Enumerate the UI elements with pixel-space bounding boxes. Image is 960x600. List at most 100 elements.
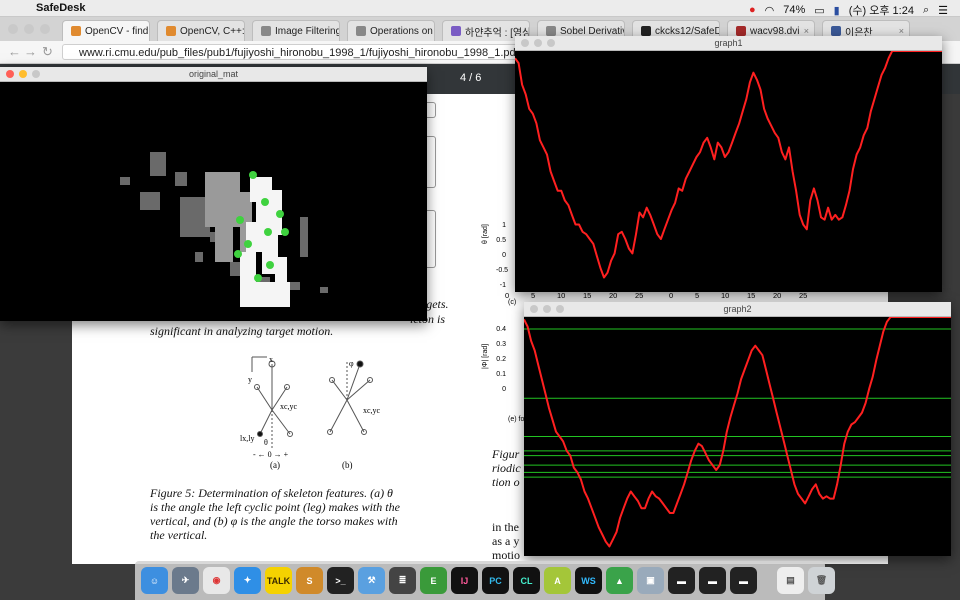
tab-favicon-icon xyxy=(736,26,746,36)
plot-y-tick: 1 xyxy=(502,222,506,229)
notification-icon[interactable]: ☰ xyxy=(938,4,948,17)
battery-percent[interactable]: 74% xyxy=(783,4,805,16)
dock: ☺ ✈ ◉ ✦ TALK S >_ ⚒ ≣ E IJ PC CL A WS ▲ … xyxy=(135,561,835,600)
right-col-5: as a y xyxy=(492,534,520,548)
original-mat-titlebar[interactable]: original_mat xyxy=(0,67,427,82)
graph2-titlebar[interactable]: graph2 xyxy=(524,302,951,317)
minimize-button[interactable] xyxy=(19,70,27,78)
close-button[interactable] xyxy=(521,39,529,47)
tab-label: Operations on A xyxy=(370,25,435,37)
zoom-button[interactable] xyxy=(32,70,40,78)
caption-line-4: the vertical. xyxy=(150,528,208,542)
tab-close-icon[interactable]: × xyxy=(899,26,904,36)
caption-line-1: Figure 5: Determination of skeleton feat… xyxy=(150,486,393,500)
plot-x-tick: 10 xyxy=(721,291,730,300)
skeleton-point xyxy=(236,216,244,224)
pdf-box-1 xyxy=(427,102,436,118)
launchpad-icon[interactable]: ✈ xyxy=(172,567,199,594)
plot-x-tick: 25 xyxy=(635,291,644,300)
clion-icon[interactable]: CL xyxy=(513,567,540,594)
forward-arrow-icon[interactable]: → xyxy=(24,44,37,59)
tab-favicon-icon xyxy=(261,26,271,36)
xcode-icon[interactable]: ⚒ xyxy=(358,567,385,594)
original-mat-controls xyxy=(6,70,40,78)
android-studio-icon[interactable]: A xyxy=(544,567,571,594)
tab-close-icon[interactable]: × xyxy=(804,26,809,36)
safari-icon[interactable]: ✦ xyxy=(234,567,261,594)
browser-tab[interactable]: Operations on A× xyxy=(347,20,435,41)
flag-icon[interactable]: ▮ xyxy=(834,4,840,17)
browser-tab[interactable]: OpenCV, C++: C× xyxy=(157,20,245,41)
graph1-title: graph1 xyxy=(714,38,743,48)
sublime-icon[interactable]: S xyxy=(296,567,323,594)
graph1-window[interactable]: graph1 xyxy=(515,36,942,292)
evernote-icon[interactable]: E xyxy=(420,567,447,594)
terminal-window-2-icon[interactable]: ▬ xyxy=(699,567,726,594)
skeleton-point xyxy=(254,274,262,282)
tab-label: ckcks12/SafeD xyxy=(655,25,720,37)
clock[interactable]: (수) 오후 1:24 xyxy=(849,2,914,18)
preview-icon[interactable]: ▣ xyxy=(637,567,664,594)
battery-icon[interactable]: ▭ xyxy=(814,4,824,17)
browser-tab[interactable]: Image Filtering× xyxy=(252,20,340,41)
webstorm-icon[interactable]: WS xyxy=(575,567,602,594)
graph1-titlebar[interactable]: graph1 xyxy=(515,36,942,51)
back-arrow-icon[interactable]: ← xyxy=(8,44,21,59)
tab-label: OpenCV - find xyxy=(85,25,149,37)
original-mat-title: original_mat xyxy=(188,69,239,79)
rocket-icon[interactable]: ▲ xyxy=(606,567,633,594)
original-mat-window[interactable]: original_mat xyxy=(0,67,427,321)
mask-mid xyxy=(205,172,252,262)
zoom-window-button[interactable] xyxy=(40,24,50,34)
zoom-button[interactable] xyxy=(547,39,555,47)
minimize-button[interactable] xyxy=(543,305,551,313)
terminal-window-3-icon[interactable]: ▬ xyxy=(730,567,757,594)
record-icon[interactable]: ● xyxy=(749,4,756,16)
graph2-controls xyxy=(530,305,564,313)
plot-x-tick: 15 xyxy=(747,291,756,300)
terminal-window-1-icon[interactable]: ▬ xyxy=(668,567,695,594)
minimize-window-button[interactable] xyxy=(24,24,34,34)
reload-icon[interactable]: ↻ xyxy=(42,44,53,60)
activity-icon[interactable]: ≣ xyxy=(389,567,416,594)
zoom-button[interactable] xyxy=(556,305,564,313)
app-menu-name[interactable]: SafeDesk xyxy=(36,2,86,14)
tab-label: wacv98.dvi xyxy=(750,25,800,37)
spotlight-icon[interactable]: ⌕ xyxy=(923,4,929,17)
close-button[interactable] xyxy=(530,305,538,313)
graph1-controls xyxy=(521,39,555,47)
right-col-2: riodic xyxy=(492,461,521,475)
documents-stack-icon[interactable]: ▤ xyxy=(777,567,804,594)
right-col-3: tion o xyxy=(492,475,520,489)
skeleton-point xyxy=(244,240,252,248)
close-button[interactable] xyxy=(6,70,14,78)
terminal-icon[interactable]: >_ xyxy=(327,567,354,594)
kakaotalk-icon[interactable]: TALK xyxy=(265,567,292,594)
plot-x-ticks: 0 5 10 15 20 25 0 5 10 15 20 25 xyxy=(505,291,807,301)
graph1-plot xyxy=(515,51,942,279)
series-line xyxy=(524,317,951,548)
pdf-box-3 xyxy=(427,210,436,268)
skeleton-point xyxy=(266,261,274,269)
intellij-icon[interactable]: IJ xyxy=(451,567,478,594)
plot-x-tick: 20 xyxy=(609,291,618,300)
fig-label-lx: lx,ly xyxy=(240,434,255,443)
pycharm-icon[interactable]: PC xyxy=(482,567,509,594)
wifi-icon[interactable]: ◠ xyxy=(765,4,775,17)
finder-icon[interactable]: ☺ xyxy=(141,567,168,594)
minimize-button[interactable] xyxy=(534,39,542,47)
trash-icon[interactable]: 🗑 xyxy=(808,567,835,594)
graph2-window[interactable]: graph2 xyxy=(524,302,951,556)
menu-bar: SafeDesk ● ◠ 74% ▭ ▮ (수) 오후 1:24 ⌕ ☰ xyxy=(0,0,960,17)
plot-y-ticks-1: 1 0.5 0 -0.5 -1 xyxy=(496,218,509,293)
skeleton-point xyxy=(261,198,269,206)
right-col-1: Figur xyxy=(492,447,520,461)
plot-y-tick: 0.3 xyxy=(496,341,506,348)
plot-y-tick: -0.5 xyxy=(496,267,509,274)
pdf-box-2 xyxy=(427,136,436,188)
browser-tab[interactable]: OpenCV - find× xyxy=(62,20,150,41)
chrome-icon[interactable]: ◉ xyxy=(203,567,230,594)
tab-favicon-icon xyxy=(71,26,81,36)
close-window-button[interactable] xyxy=(8,24,18,34)
tab-label: Sobel Derivative xyxy=(560,25,624,37)
